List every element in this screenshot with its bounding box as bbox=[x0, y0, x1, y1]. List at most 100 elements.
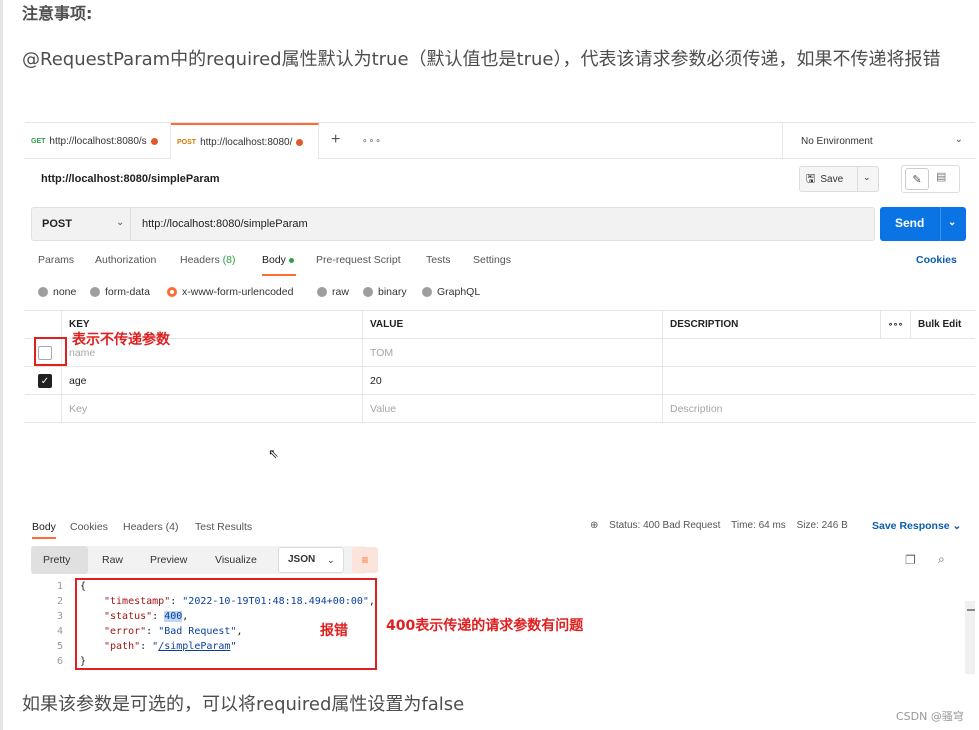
param-description[interactable] bbox=[663, 367, 975, 395]
radio-circle-icon bbox=[38, 287, 48, 297]
view-pretty[interactable]: Pretty bbox=[31, 546, 88, 574]
format-select[interactable]: JSON ⌄ bbox=[278, 547, 344, 573]
row-checkbox-cell: ✓ bbox=[25, 367, 62, 395]
param-description[interactable] bbox=[663, 339, 975, 367]
wrap-lines-icon[interactable]: ≡ bbox=[352, 547, 378, 573]
row-checkbox-cell bbox=[25, 395, 62, 423]
size-label: Size: bbox=[796, 520, 819, 531]
globe-icon[interactable]: ⊕ bbox=[590, 520, 598, 531]
radio-x-www-form-urlencoded[interactable]: x-www-form-urlencoded bbox=[167, 286, 293, 298]
key-placeholder[interactable]: Key bbox=[62, 395, 363, 423]
new-tab-plus-icon[interactable]: + bbox=[331, 131, 340, 149]
response-status-bar: ⊕ Status: 400 Bad Request Time: 64 ms Si… bbox=[590, 520, 848, 531]
cookies-link[interactable]: Cookies bbox=[916, 254, 957, 266]
radio-graphql[interactable]: GraphQL bbox=[422, 286, 480, 298]
article-heading: 注意事项: bbox=[22, 4, 93, 23]
table-more-icon[interactable]: ∘∘∘ bbox=[881, 311, 911, 339]
request-title: http://localhost:8080/simpleParam bbox=[41, 173, 220, 185]
radio-label: raw bbox=[332, 286, 349, 298]
tab-headers-label: Headers bbox=[180, 254, 220, 266]
radio-circle-icon bbox=[317, 287, 327, 297]
chevron-down-icon: ⌄ bbox=[952, 520, 962, 532]
radio-circle-icon bbox=[90, 287, 100, 297]
scroll-thumb[interactable] bbox=[967, 609, 975, 611]
tabs-more-icon[interactable]: ∘∘∘ bbox=[362, 135, 382, 146]
url-bar: POST ⌄ http://localhost:8080/simpleParam bbox=[31, 207, 875, 241]
line-number: 4 bbox=[56, 626, 63, 637]
copy-icon[interactable]: ❐ bbox=[905, 553, 916, 567]
param-key[interactable]: age bbox=[62, 367, 363, 395]
chevron-down-icon: ⌄ bbox=[954, 134, 963, 145]
annotation-status-400: 400表示传递的请求参数有问题 bbox=[386, 618, 584, 634]
radio-none[interactable]: none bbox=[38, 286, 76, 298]
request-tab-post[interactable]: POST http://localhost:8080/ bbox=[171, 123, 319, 159]
radio-circle-icon bbox=[363, 287, 373, 297]
view-preview[interactable]: Preview bbox=[138, 546, 199, 574]
search-icon[interactable]: ⌕ bbox=[938, 552, 945, 567]
radio-form-data[interactable]: form-data bbox=[90, 286, 150, 298]
tab-params[interactable]: Params bbox=[38, 254, 74, 266]
response-tab-headers[interactable]: Headers (4) bbox=[123, 521, 178, 533]
pencil-icon[interactable]: ✎ bbox=[905, 168, 929, 190]
tab-method: POST bbox=[177, 138, 197, 146]
view-visualize[interactable]: Visualize bbox=[203, 546, 269, 574]
chevron-down-icon[interactable]: ⌄ bbox=[948, 217, 956, 228]
tab-body-label: Body bbox=[262, 254, 286, 266]
param-value[interactable]: 20 bbox=[363, 367, 663, 395]
floppy-disk-icon: 🖫 bbox=[806, 172, 816, 185]
status-value[interactable]: 400 Bad Request bbox=[643, 520, 720, 531]
send-button[interactable]: Send ⌄ bbox=[880, 207, 966, 241]
response-tab-body[interactable]: Body bbox=[32, 521, 56, 533]
size-value[interactable]: 246 B bbox=[822, 520, 848, 531]
tab-tests[interactable]: Tests bbox=[426, 254, 451, 266]
headers-count: (8) bbox=[222, 254, 236, 266]
description-placeholder[interactable]: Description bbox=[663, 395, 975, 423]
radio-label: GraphQL bbox=[437, 286, 481, 298]
save-response-button[interactable]: Save Response ⌄ bbox=[872, 520, 961, 532]
unsaved-dot-icon bbox=[150, 137, 158, 145]
tab-settings[interactable]: Settings bbox=[473, 254, 511, 266]
save-button[interactable]: 🖫 Save ⌄ bbox=[799, 166, 879, 192]
divider bbox=[857, 167, 858, 191]
tab-headers[interactable]: Headers (8) bbox=[180, 254, 235, 266]
url-input[interactable]: http://localhost:8080/simpleParam bbox=[142, 218, 308, 230]
active-tab-indicator bbox=[262, 274, 296, 276]
tab-body[interactable]: Body bbox=[262, 254, 294, 266]
tab-title: http://localhost:8080/s bbox=[49, 135, 147, 147]
view-raw[interactable]: Raw bbox=[90, 546, 135, 574]
radio-binary[interactable]: binary bbox=[363, 286, 407, 298]
method-select[interactable]: POST bbox=[42, 218, 72, 230]
save-response-label: Save Response bbox=[872, 520, 950, 532]
request-tab-bar: GET http://localhost:8080/s POST http://… bbox=[25, 123, 975, 159]
time-label: Time: bbox=[731, 520, 756, 531]
params-table: KEY VALUE DESCRIPTION ∘∘∘ Bulk Edit name… bbox=[25, 310, 975, 423]
response-tab-test-results[interactable]: Test Results bbox=[195, 521, 252, 533]
checkmark-icon[interactable]: ✓ bbox=[38, 374, 52, 388]
chevron-down-icon: ⌄ bbox=[116, 217, 125, 228]
value-placeholder[interactable]: Value bbox=[363, 395, 663, 423]
mouse-cursor-icon: ⇖ bbox=[268, 447, 279, 462]
environment-selector[interactable]: No Environment ⌄ bbox=[782, 123, 975, 159]
radio-label: x-www-form-urlencoded bbox=[182, 286, 294, 298]
chevron-down-icon[interactable]: ⌄ bbox=[863, 172, 871, 183]
annotation-not-sent: 表示不传递参数 bbox=[72, 332, 170, 348]
radio-selected-icon bbox=[167, 287, 177, 297]
comment-icon[interactable]: ▤ bbox=[936, 170, 946, 183]
tab-pre-request-script[interactable]: Pre-request Script bbox=[316, 254, 401, 266]
view-mode-toggle: ✎ ▤ bbox=[901, 165, 960, 193]
radio-circle-icon bbox=[422, 287, 432, 297]
modified-dot-icon bbox=[288, 257, 294, 263]
status-label: Status: bbox=[609, 520, 641, 531]
radio-raw[interactable]: raw bbox=[317, 286, 349, 298]
request-tab-get[interactable]: GET http://localhost:8080/s bbox=[25, 123, 171, 159]
bulk-edit-button[interactable]: Bulk Edit bbox=[911, 311, 975, 339]
tab-method: GET bbox=[31, 137, 46, 145]
vertical-scrollbar[interactable] bbox=[965, 601, 975, 674]
checkbox-column-header bbox=[25, 311, 62, 339]
tab-authorization[interactable]: Authorization bbox=[95, 254, 156, 266]
line-number: 2 bbox=[56, 596, 63, 607]
line-number: 1 bbox=[56, 581, 63, 592]
response-tab-cookies[interactable]: Cookies bbox=[70, 521, 108, 533]
time-value[interactable]: 64 ms bbox=[759, 520, 786, 531]
param-value[interactable]: TOM bbox=[363, 339, 663, 367]
